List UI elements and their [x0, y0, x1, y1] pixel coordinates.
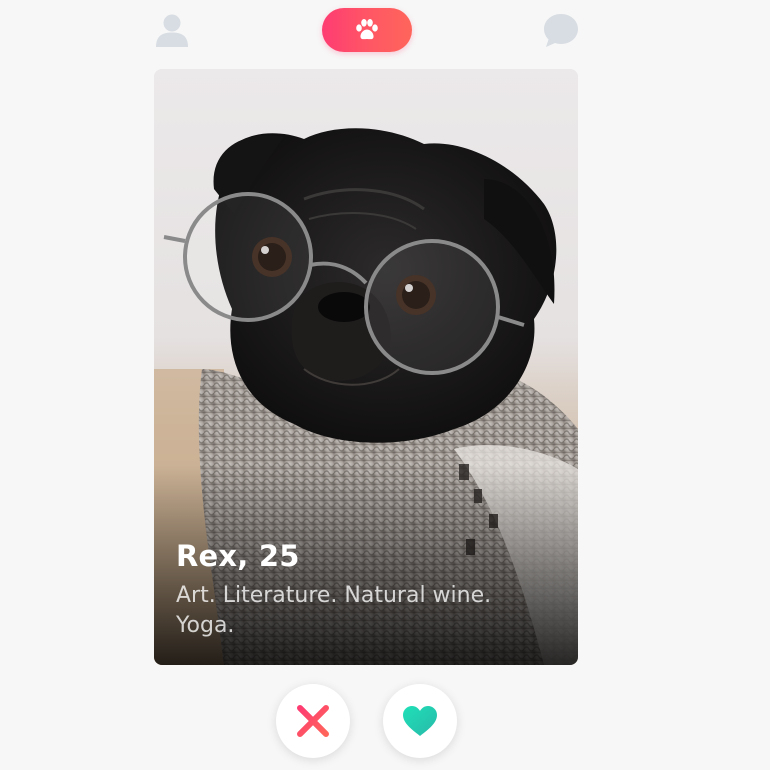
nope-button[interactable]: [276, 684, 350, 758]
profile-card[interactable]: Rex, 25 Art. Literature. Natural wine. Y…: [154, 69, 578, 665]
like-button[interactable]: [383, 684, 457, 758]
paw-icon: [356, 19, 378, 40]
chat-icon: [544, 14, 578, 47]
user-icon: [156, 14, 188, 47]
heart-icon: [403, 706, 437, 736]
profile-button[interactable]: [153, 11, 191, 49]
top-navigation: [0, 0, 770, 60]
profile-name-age: Rex, 25: [176, 539, 300, 573]
discover-button[interactable]: [322, 8, 412, 52]
profile-bio: Art. Literature. Natural wine. Yoga.: [176, 583, 492, 638]
messages-button[interactable]: [542, 11, 580, 49]
x-icon: [297, 705, 329, 737]
profile-info: Rex, 25 Art. Literature. Natural wine. Y…: [176, 539, 556, 641]
